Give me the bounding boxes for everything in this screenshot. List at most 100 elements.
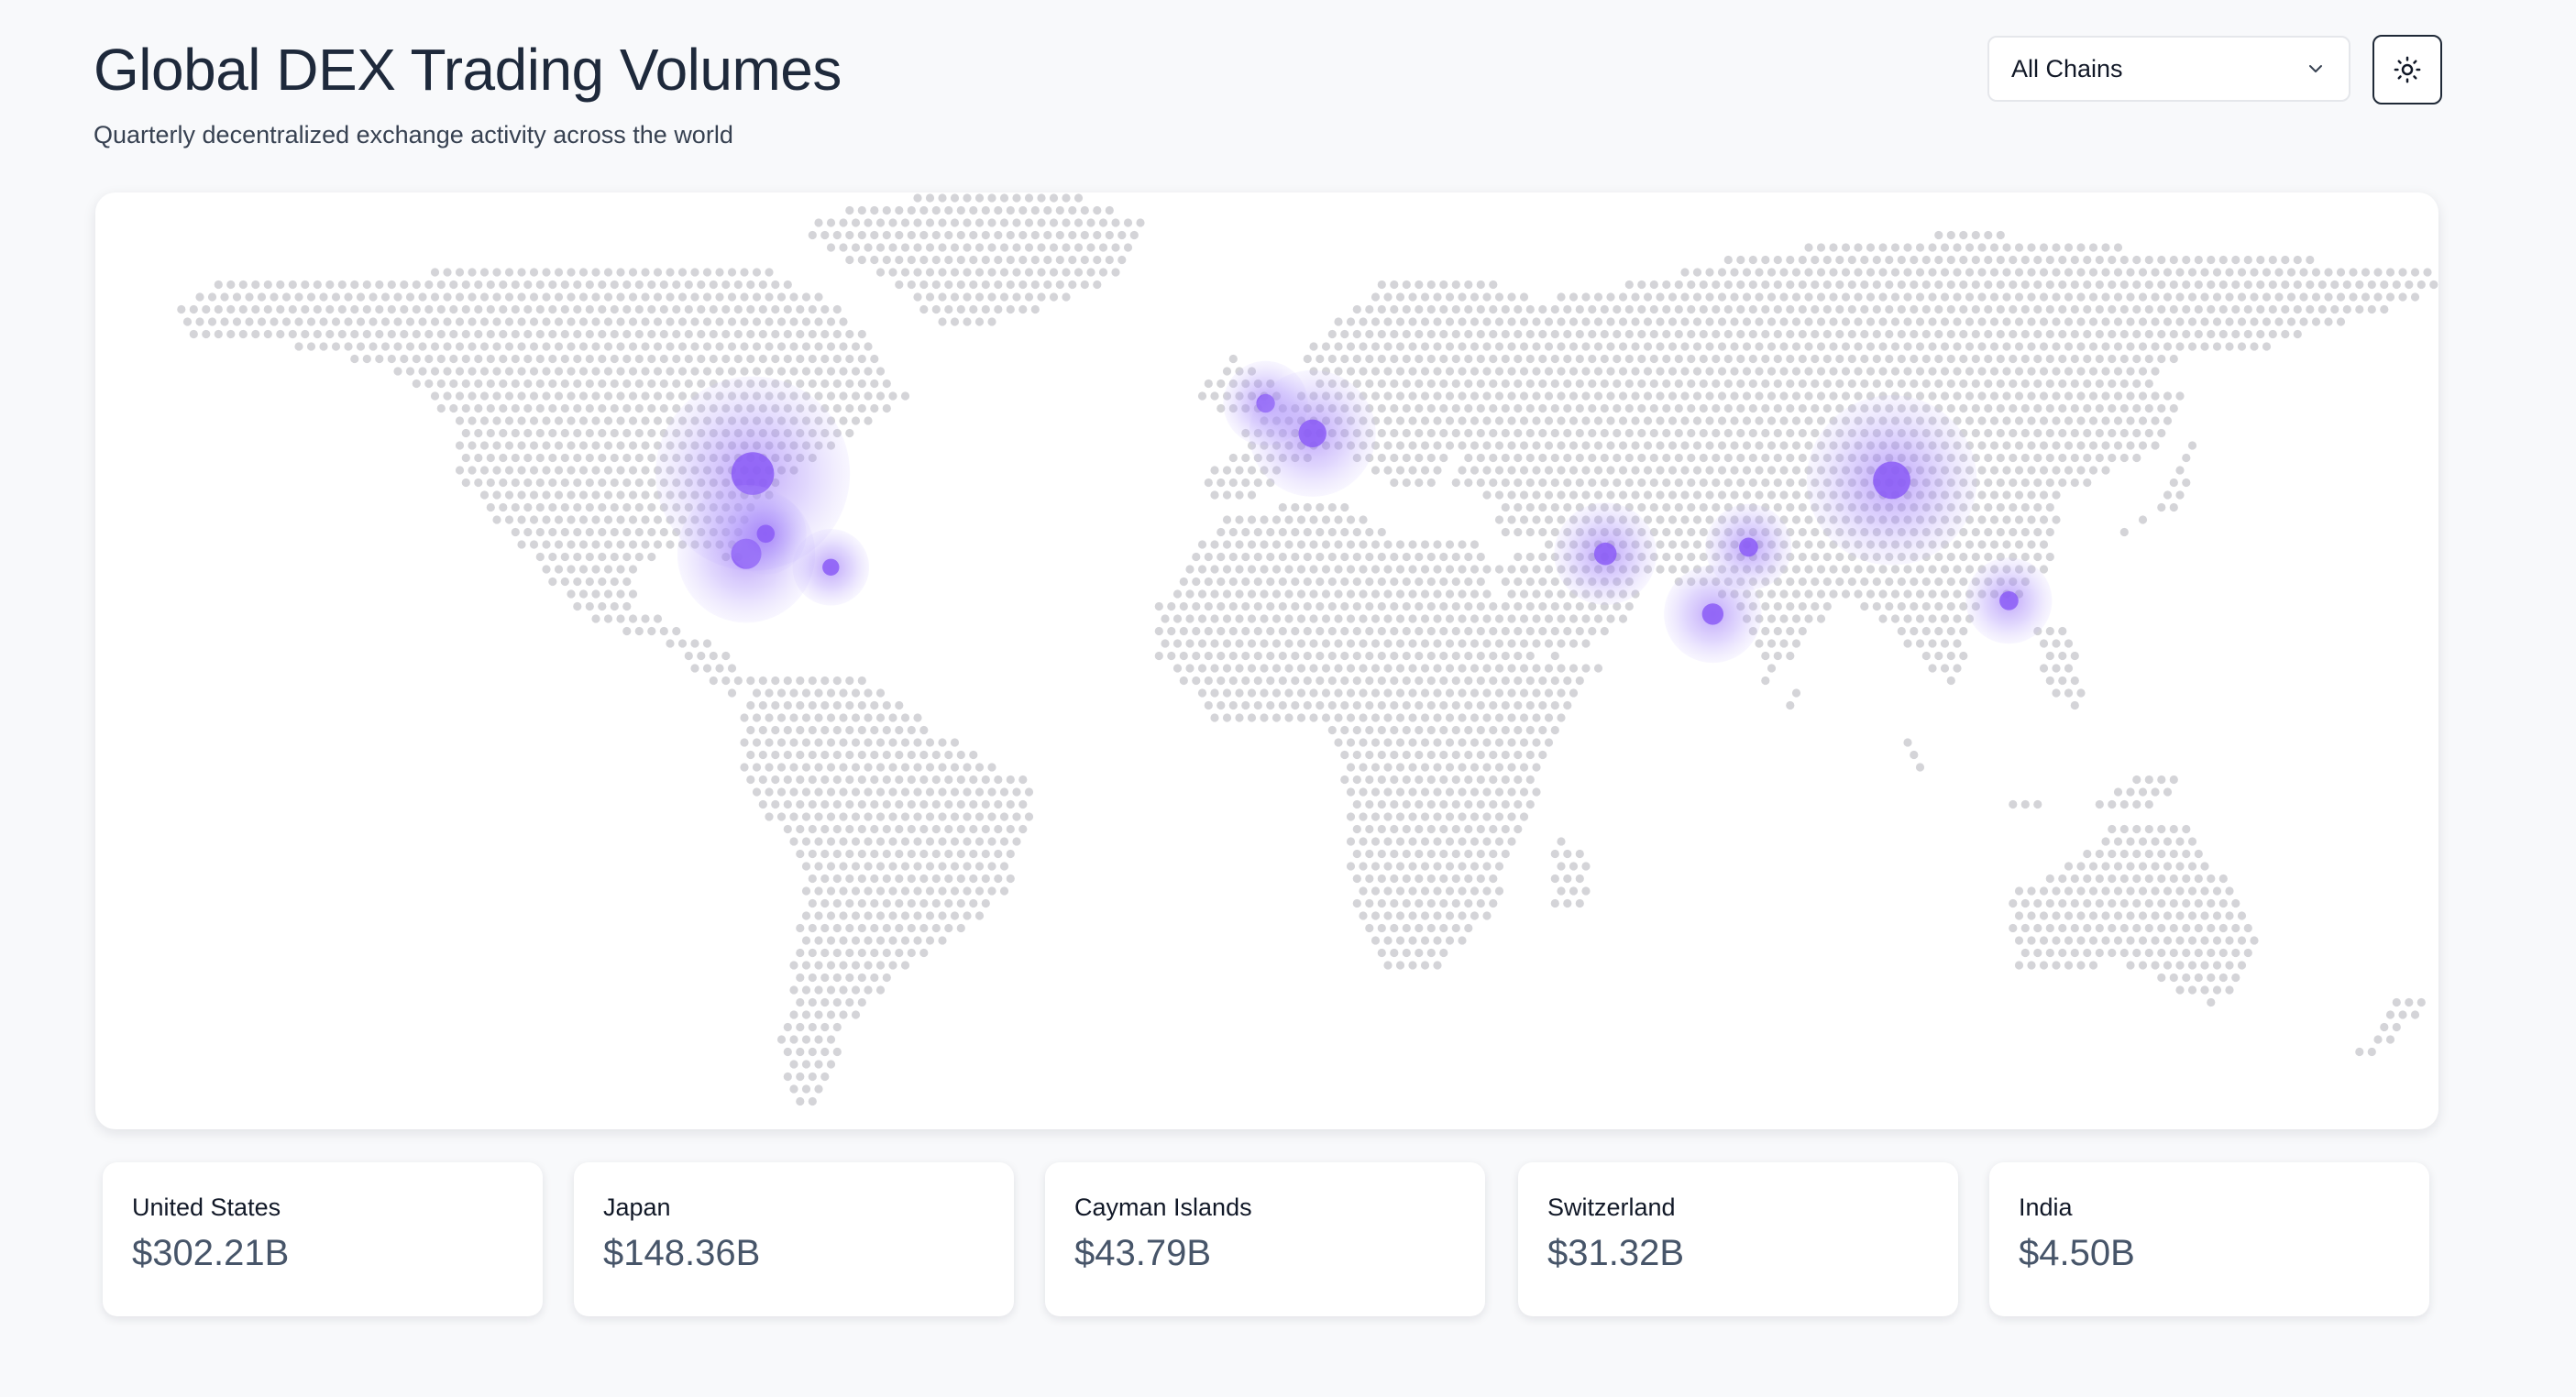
land-dot <box>2163 961 2173 970</box>
land-dot <box>888 812 897 821</box>
land-dot <box>1996 329 2005 339</box>
land-dot <box>832 948 842 958</box>
land-dot <box>1482 738 1492 747</box>
land-dot <box>950 911 960 920</box>
land-dot <box>1470 738 1480 747</box>
land-dot <box>727 342 737 351</box>
land-dot <box>907 230 916 240</box>
land-dot <box>789 812 798 821</box>
land-dot <box>1006 824 1015 834</box>
hotspot-bubble[interactable] <box>792 529 870 606</box>
land-dot <box>610 502 619 512</box>
land-dot <box>400 280 409 290</box>
land-dot <box>276 329 285 339</box>
land-dot <box>1309 639 1318 648</box>
hotspot-bubble[interactable] <box>1965 557 2053 644</box>
land-dot <box>412 379 421 389</box>
land-dot <box>2002 540 2011 549</box>
land-dot <box>2108 799 2117 809</box>
land-dot <box>1816 391 1826 401</box>
land-dot <box>1296 639 1306 648</box>
land-dot <box>2058 379 2067 389</box>
land-dot <box>950 193 960 203</box>
land-dot <box>1296 540 1306 549</box>
land-dot <box>573 280 582 290</box>
land-dot <box>2020 428 2030 438</box>
land-dot <box>1959 255 1968 265</box>
theme-toggle-button[interactable] <box>2372 35 2442 104</box>
land-dot <box>1489 849 1498 859</box>
land-dot <box>814 1010 823 1019</box>
land-dot <box>1043 205 1052 215</box>
land-dot <box>393 367 402 376</box>
land-dot <box>523 453 533 463</box>
land-dot <box>1996 255 2005 265</box>
land-dot <box>1390 898 1399 908</box>
land-dot <box>548 453 557 463</box>
land-dot <box>895 849 904 859</box>
hotspot-bubble[interactable] <box>1806 395 1977 566</box>
land-dot <box>412 280 421 290</box>
land-dot <box>758 280 767 290</box>
chain-select[interactable]: All Chains <box>1987 36 2350 102</box>
land-dot <box>1247 490 1257 500</box>
land-dot <box>573 527 582 537</box>
land-dot <box>1445 342 1455 351</box>
land-dot <box>2336 268 2346 277</box>
land-dot <box>1476 824 1485 834</box>
land-dot <box>727 664 737 673</box>
land-dot <box>1247 713 1257 722</box>
land-dot <box>2218 898 2228 908</box>
hotspot-bubble[interactable] <box>1249 369 1376 497</box>
stat-value: $43.79B <box>1074 1233 1212 1273</box>
land-dot <box>529 292 539 302</box>
land-dot <box>1439 775 1448 785</box>
land-dot <box>1544 614 1554 623</box>
land-dot <box>1816 268 1826 277</box>
land-dot <box>1458 589 1467 599</box>
land-dot <box>1426 775 1436 785</box>
land-dot <box>2169 354 2178 364</box>
land-dot <box>851 738 861 747</box>
land-dot <box>2157 354 2166 364</box>
land-dot <box>1897 280 1906 290</box>
hotspot-bubble[interactable] <box>1554 502 1657 606</box>
land-dot <box>2194 948 2203 958</box>
land-dot <box>2225 911 2234 920</box>
land-dot <box>598 502 607 512</box>
land-dot <box>2144 280 2153 290</box>
land-dot <box>1395 911 1405 920</box>
land-dot <box>2058 948 2067 958</box>
land-dot <box>857 948 866 958</box>
land-dot <box>987 862 996 871</box>
land-dot <box>727 688 737 698</box>
land-dot <box>2108 453 2117 463</box>
land-dot <box>1588 329 1597 339</box>
land-dot <box>517 292 526 302</box>
land-dot <box>882 973 891 983</box>
land-dot <box>610 280 619 290</box>
land-dot <box>2151 441 2160 450</box>
land-dot <box>1291 700 1300 710</box>
land-dot <box>1989 367 1999 376</box>
land-dot <box>1309 713 1318 722</box>
land-dot <box>2058 453 2067 463</box>
land-dot <box>1390 379 1399 389</box>
land-dot <box>672 329 681 339</box>
land-dot <box>1415 552 1424 562</box>
hotspot-bubble[interactable] <box>1664 565 1762 664</box>
land-dot <box>2207 997 2216 1007</box>
land-dot <box>1458 911 1467 920</box>
land-dot <box>839 985 848 995</box>
land-dot <box>1866 268 1876 277</box>
land-dot <box>1359 763 1368 772</box>
land-dot <box>1841 342 1851 351</box>
land-dot <box>1643 416 1653 425</box>
land-dot <box>1699 280 1708 290</box>
land-dot <box>177 304 186 314</box>
land-dot <box>517 540 526 549</box>
land-dot <box>1804 243 1813 252</box>
land-dot <box>1482 441 1492 450</box>
land-dot <box>2157 304 2166 314</box>
land-dot <box>2207 973 2216 983</box>
